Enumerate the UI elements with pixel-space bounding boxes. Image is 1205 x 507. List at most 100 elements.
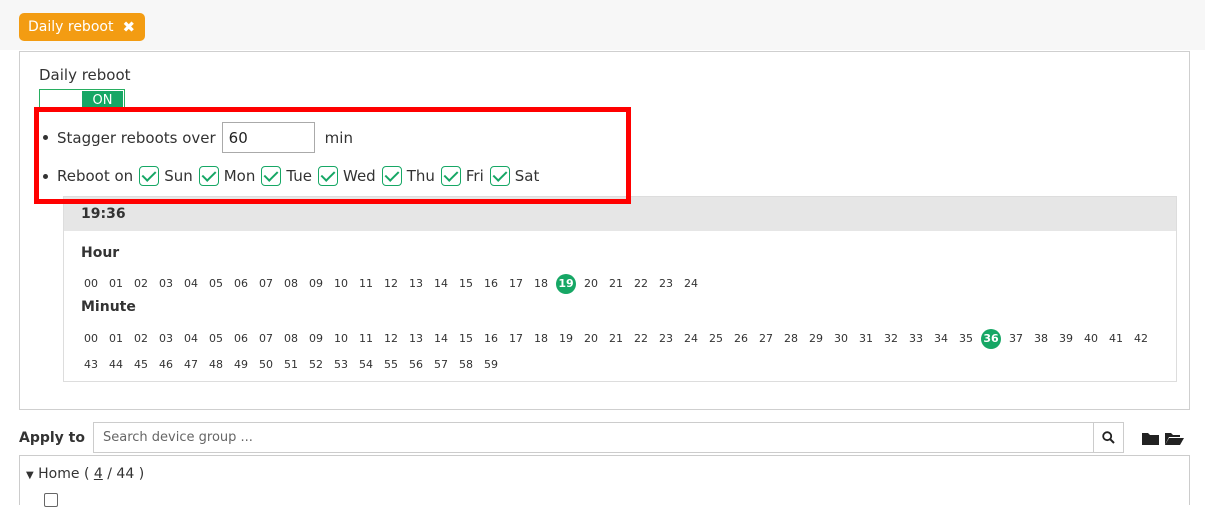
hour-option-08[interactable]: 08 [281, 274, 301, 294]
minute-option-29[interactable]: 29 [806, 329, 826, 349]
hour-option-05[interactable]: 05 [206, 274, 226, 294]
minute-option-44[interactable]: 44 [106, 355, 126, 375]
hour-option-22[interactable]: 22 [631, 274, 651, 294]
minute-option-10[interactable]: 10 [331, 329, 351, 349]
minute-option-09[interactable]: 09 [306, 329, 326, 349]
search-input[interactable] [94, 423, 1093, 452]
minute-option-06[interactable]: 06 [231, 329, 251, 349]
minute-option-28[interactable]: 28 [781, 329, 801, 349]
checkbox-tue[interactable] [261, 166, 282, 186]
minute-option-21[interactable]: 21 [606, 329, 626, 349]
hour-option-04[interactable]: 04 [181, 274, 201, 294]
stagger-minutes-input[interactable] [221, 122, 315, 153]
minute-option-45[interactable]: 45 [131, 355, 151, 375]
checkbox-mon[interactable] [198, 166, 219, 186]
minute-option-40[interactable]: 40 [1081, 329, 1101, 349]
minute-option-52[interactable]: 52 [306, 355, 326, 375]
minute-option-39[interactable]: 39 [1056, 329, 1076, 349]
hour-option-20[interactable]: 20 [581, 274, 601, 294]
hour-option-24[interactable]: 24 [681, 274, 701, 294]
minute-option-43[interactable]: 43 [81, 355, 101, 375]
minute-option-15[interactable]: 15 [456, 329, 476, 349]
hour-option-07[interactable]: 07 [256, 274, 276, 294]
hour-option-03[interactable]: 03 [156, 274, 176, 294]
hour-option-21[interactable]: 21 [606, 274, 626, 294]
folder-open-icon[interactable] [1165, 430, 1184, 449]
close-icon[interactable]: ✖ [122, 13, 135, 41]
search-icon[interactable] [1093, 423, 1123, 452]
minute-option-23[interactable]: 23 [656, 329, 676, 349]
minute-option-08[interactable]: 08 [281, 329, 301, 349]
minute-option-47[interactable]: 47 [181, 355, 201, 375]
minute-option-48[interactable]: 48 [206, 355, 226, 375]
hour-option-14[interactable]: 14 [431, 274, 451, 294]
minute-option-16[interactable]: 16 [481, 329, 501, 349]
minute-option-01[interactable]: 01 [106, 329, 126, 349]
minute-option-55[interactable]: 55 [381, 355, 401, 375]
minute-option-35[interactable]: 35 [956, 329, 976, 349]
checkbox-sun[interactable] [139, 166, 160, 186]
minute-option-54[interactable]: 54 [356, 355, 376, 375]
minute-option-33[interactable]: 33 [906, 329, 926, 349]
minute-option-03[interactable]: 03 [156, 329, 176, 349]
hour-option-19[interactable]: 19 [556, 274, 576, 294]
minute-option-07[interactable]: 07 [256, 329, 276, 349]
hour-option-18[interactable]: 18 [531, 274, 551, 294]
minute-option-42[interactable]: 42 [1131, 329, 1151, 349]
minute-option-46[interactable]: 46 [156, 355, 176, 375]
checkbox-thu[interactable] [381, 166, 402, 186]
minute-option-26[interactable]: 26 [731, 329, 751, 349]
minute-option-36[interactable]: 36 [981, 329, 1001, 349]
minute-option-25[interactable]: 25 [706, 329, 726, 349]
minute-option-24[interactable]: 24 [681, 329, 701, 349]
minute-option-22[interactable]: 22 [631, 329, 651, 349]
hour-option-01[interactable]: 01 [106, 274, 126, 294]
minute-option-38[interactable]: 38 [1031, 329, 1051, 349]
daily-reboot-tab[interactable]: Daily reboot ✖ [19, 13, 146, 41]
hour-option-02[interactable]: 02 [131, 274, 151, 294]
tree-selected-count[interactable]: 4 [94, 466, 103, 482]
daily-reboot-toggle[interactable]: ON [39, 89, 125, 112]
hour-option-09[interactable]: 09 [306, 274, 326, 294]
tree-root-home[interactable]: ▼ Home ( 4 / 44 ) [26, 466, 144, 482]
hour-option-15[interactable]: 15 [456, 274, 476, 294]
minute-option-50[interactable]: 50 [256, 355, 276, 375]
minute-option-51[interactable]: 51 [281, 355, 301, 375]
minute-option-53[interactable]: 53 [331, 355, 351, 375]
minute-option-12[interactable]: 12 [381, 329, 401, 349]
hour-option-16[interactable]: 16 [481, 274, 501, 294]
expand-triangle-icon[interactable]: ▼ [26, 470, 34, 481]
hour-option-12[interactable]: 12 [381, 274, 401, 294]
tree-child-checkbox[interactable] [44, 493, 58, 507]
hour-option-13[interactable]: 13 [406, 274, 426, 294]
minute-option-18[interactable]: 18 [531, 329, 551, 349]
minute-option-00[interactable]: 00 [81, 329, 101, 349]
minute-option-30[interactable]: 30 [831, 329, 851, 349]
minute-option-32[interactable]: 32 [881, 329, 901, 349]
minute-option-31[interactable]: 31 [856, 329, 876, 349]
minute-option-56[interactable]: 56 [406, 355, 426, 375]
minute-option-57[interactable]: 57 [431, 355, 451, 375]
checkbox-sat[interactable] [489, 166, 510, 186]
minute-option-04[interactable]: 04 [181, 329, 201, 349]
checkbox-wed[interactable] [318, 166, 338, 186]
minute-option-13[interactable]: 13 [406, 329, 426, 349]
minute-option-34[interactable]: 34 [931, 329, 951, 349]
minute-option-05[interactable]: 05 [206, 329, 226, 349]
minute-option-19[interactable]: 19 [556, 329, 576, 349]
hour-option-00[interactable]: 00 [81, 274, 101, 294]
minute-option-27[interactable]: 27 [756, 329, 776, 349]
minute-option-17[interactable]: 17 [506, 329, 526, 349]
minute-option-14[interactable]: 14 [431, 329, 451, 349]
hour-option-11[interactable]: 11 [356, 274, 376, 294]
hour-option-10[interactable]: 10 [331, 274, 351, 294]
minute-option-11[interactable]: 11 [356, 329, 376, 349]
hour-option-17[interactable]: 17 [506, 274, 526, 294]
minute-option-58[interactable]: 58 [456, 355, 476, 375]
minute-option-41[interactable]: 41 [1106, 329, 1126, 349]
minute-option-59[interactable]: 59 [481, 355, 501, 375]
minute-option-20[interactable]: 20 [581, 329, 601, 349]
hour-option-23[interactable]: 23 [656, 274, 676, 294]
hour-option-06[interactable]: 06 [231, 274, 251, 294]
minute-option-37[interactable]: 37 [1006, 329, 1026, 349]
